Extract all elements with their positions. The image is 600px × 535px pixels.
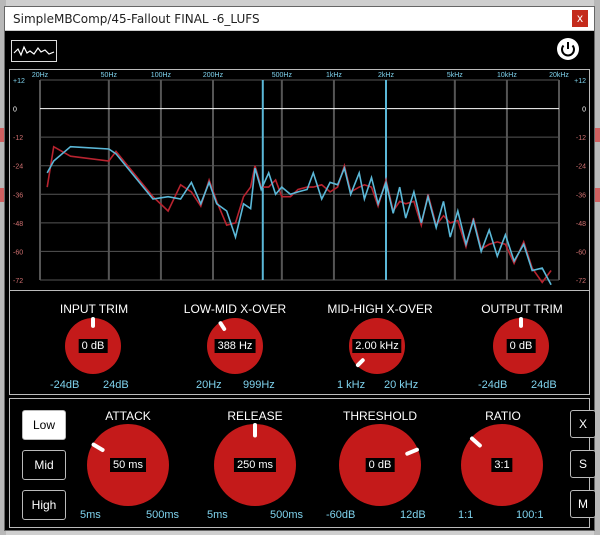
spectrum-display: 20Hz 50Hz 100Hz 200Hz 500Hz 1kHz 2kHz 5kHz 10kHz… (13, 72, 586, 286)
attack-label: ATTACK (105, 409, 151, 423)
solo-bypass-x-button[interactable]: X (570, 410, 596, 438)
input-trim-value: 0 dB (78, 339, 108, 353)
db-tick-label: -36 (13, 192, 23, 199)
release-value: 250 ms (233, 458, 277, 472)
low-mid-xover-min: 20Hz (196, 379, 222, 391)
threshold-min: -60dB (326, 509, 356, 521)
output-trim-max: 24dB (531, 379, 557, 391)
db-tick-label: -60 (576, 249, 586, 256)
db-tick-label: -12 (13, 135, 23, 142)
db-tick-label: -48 (13, 221, 23, 228)
attack-max: 500ms (146, 509, 180, 521)
freq-tick-label: 1kHz (326, 72, 342, 79)
db-tick-label: -24 (576, 164, 586, 171)
solo-s-button[interactable]: S (570, 450, 596, 478)
band-mid-button[interactable]: Mid (22, 450, 66, 480)
freq-tick-label: 50Hz (101, 72, 118, 79)
band-high-button[interactable]: High (22, 490, 66, 520)
close-button[interactable]: x (572, 10, 588, 27)
ratio-label: RATIO (485, 409, 521, 423)
analyzer-toggle-button[interactable] (11, 40, 57, 62)
input-trim-label: INPUT TRIM (59, 302, 129, 316)
db-tick-label: -48 (576, 221, 586, 228)
ratio-value: 3:1 (491, 458, 513, 472)
db-tick-label: -72 (13, 278, 23, 285)
toolbar (5, 32, 594, 66)
mid-high-xover-min: 1 kHz (337, 379, 366, 391)
output-trim-label: OUTPUT TRIM (481, 302, 563, 316)
waveform-icon (13, 45, 55, 57)
freq-tick-label: 20kHz (549, 72, 569, 79)
title-bar: SimpleMBComp/45-Fallout FINAL -6_LUFS x (5, 7, 594, 31)
freq-tick-label: 2kHz (378, 72, 394, 79)
threshold-value: 0 dB (365, 458, 395, 472)
attack-min: 5ms (80, 509, 101, 521)
freq-tick-label: 5kHz (447, 72, 463, 79)
db-tick-label: -36 (576, 192, 586, 199)
freq-tick-label: 100Hz (151, 72, 172, 79)
plugin-window: SimpleMBComp/45-Fallout FINAL -6_LUFS x … (4, 6, 596, 531)
bypass-power-button[interactable] (556, 37, 580, 61)
mid-high-xover-value: 2.00 kHz (352, 339, 402, 353)
db-tick-label: -72 (576, 278, 586, 285)
global-controls-panel: INPUT TRIM 0 dB -24dB 24dB LOW-MID X-OVE… (9, 290, 590, 395)
freq-tick-label: 500Hz (272, 72, 293, 79)
input-trim-max: 24dB (103, 379, 129, 391)
mute-m-button[interactable]: M (570, 490, 596, 518)
db-tick-label: +12 (13, 78, 25, 85)
band-low-button[interactable]: Low (22, 410, 66, 440)
threshold-label: THRESHOLD (342, 409, 417, 423)
attack-value: 50 ms (110, 458, 146, 472)
db-tick-label: -24 (13, 164, 23, 171)
release-label: RELEASE (227, 409, 283, 423)
freq-tick-label: 10kHz (497, 72, 517, 79)
band-controls-panel: Low Mid High ATTACK 50 ms 5ms 500ms RELE… (9, 398, 596, 528)
spectrum-trace-left (46, 145, 552, 284)
low-mid-xover-max: 999Hz (243, 379, 275, 391)
release-min: 5ms (207, 509, 228, 521)
db-tick-label: 0 (582, 107, 586, 114)
output-trim-value: 0 dB (506, 339, 536, 353)
freq-tick-label: 200Hz (203, 72, 224, 79)
db-tick-label: -12 (576, 135, 586, 142)
ratio-max: 100:1 (516, 509, 544, 521)
release-max: 500ms (270, 509, 304, 521)
spectrum-trace-right (46, 145, 552, 286)
low-mid-xover-label: LOW-MID X-OVER (183, 302, 287, 316)
mid-high-xover-max: 20 kHz (384, 379, 419, 391)
threshold-max: 12dB (400, 509, 426, 521)
input-trim-min: -24dB (50, 379, 80, 391)
power-icon (557, 38, 579, 60)
window-title: SimpleMBComp/45-Fallout FINAL -6_LUFS (13, 12, 260, 26)
mid-high-xover-label: MID-HIGH X-OVER (327, 302, 433, 316)
db-tick-label: 0 (13, 107, 17, 114)
db-tick-label: -60 (13, 249, 23, 256)
ratio-min: 1:1 (458, 509, 474, 521)
db-tick-label: +12 (574, 78, 586, 85)
spectrum-analyzer[interactable]: 20Hz 50Hz 100Hz 200Hz 500Hz 1kHz 2kHz 5kHz 10kHz… (9, 69, 590, 291)
low-mid-xover-value: 388 Hz (214, 339, 256, 353)
freq-tick-label: 20Hz (32, 72, 49, 79)
output-trim-min: -24dB (478, 379, 508, 391)
